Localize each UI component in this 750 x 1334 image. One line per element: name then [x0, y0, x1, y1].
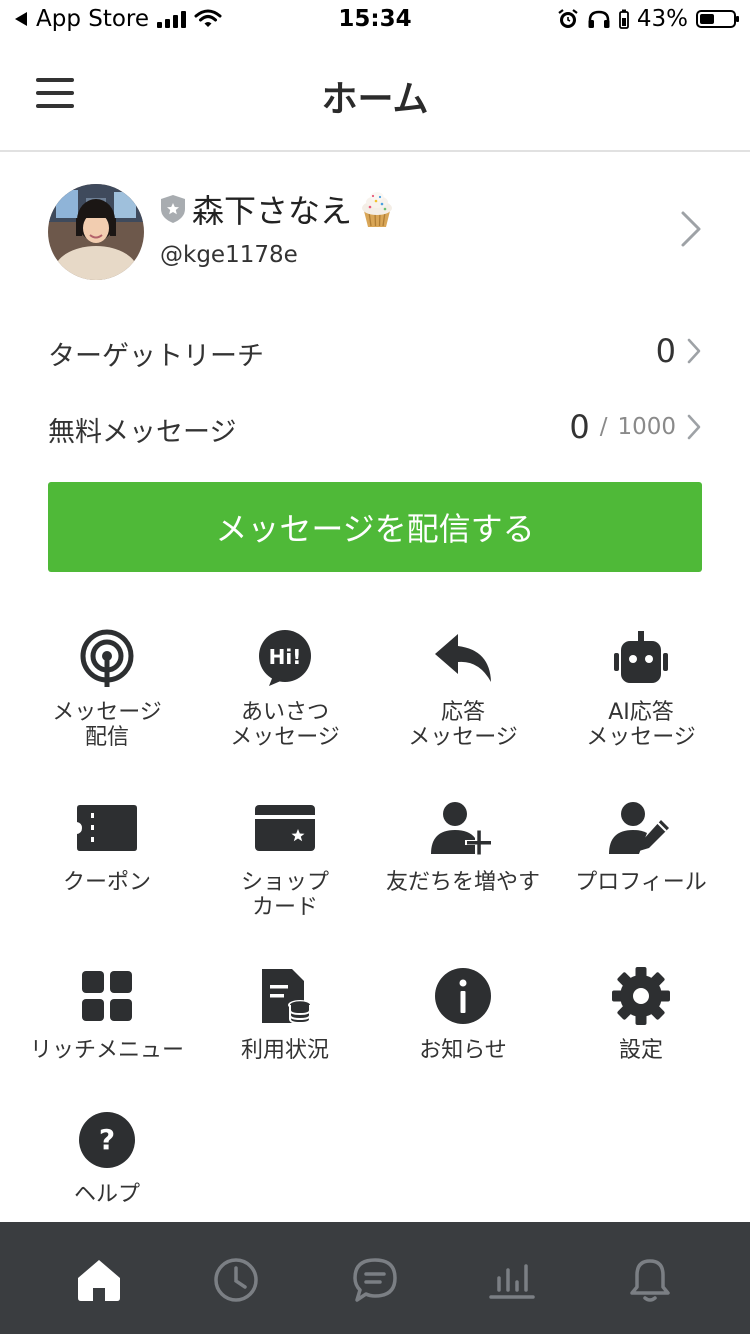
hi-bubble-icon: Hi! [259, 630, 311, 686]
robot-icon [614, 631, 668, 683]
menu-item-help[interactable]: ? ヘルプ [18, 1110, 196, 1207]
rich-menu-grid-icon [82, 971, 132, 1021]
tab-bar [0, 1222, 750, 1334]
free-messages-separator: / [599, 414, 608, 440]
menu-label: あいさつ メッセージ [230, 700, 340, 750]
menu-item-greeting-message[interactable]: Hi! あいさつ メッセージ [196, 628, 374, 750]
clock-icon [214, 1258, 258, 1302]
menu-label: 設定 [618, 1038, 663, 1063]
battery-percent: 43% [636, 6, 688, 32]
gear-icon [612, 967, 670, 1025]
shop-card-icon [255, 805, 315, 851]
menu-item-notices[interactable]: お知らせ [374, 966, 552, 1063]
chevron-right-icon [681, 211, 701, 247]
menu-label: 友だちを増やす [385, 870, 540, 895]
menu-label: ヘルプ [73, 1182, 140, 1207]
menu-label: リッチメニュー [29, 1038, 184, 1063]
chevron-right-icon [687, 414, 701, 440]
free-messages-limit: 1000 [617, 414, 676, 440]
tab-notifications[interactable] [620, 1250, 680, 1310]
target-reach-value: 0 [655, 332, 676, 370]
menu-label: 利用状況 [240, 1038, 329, 1063]
menu-label: クーポン [62, 870, 151, 895]
headphones-icon [588, 10, 610, 28]
help-icon: ? [79, 1112, 135, 1168]
menu-item-usage[interactable]: 利用状況 [196, 966, 374, 1063]
tab-chats[interactable] [345, 1250, 405, 1310]
reply-arrow-icon [435, 634, 491, 682]
free-messages-used: 0 [569, 408, 590, 446]
avatar[interactable] [48, 184, 144, 280]
menu-item-coupon[interactable]: クーポン [18, 798, 196, 895]
edit-profile-icon [609, 802, 669, 854]
free-messages-row[interactable]: 無料メッセージ 0 / 1000 [48, 402, 702, 452]
target-reach-row[interactable]: ターゲットリーチ 0 [48, 326, 702, 376]
menu-item-message-broadcast[interactable]: メッセージ 配信 [18, 628, 196, 750]
battery-small-icon [618, 9, 629, 29]
usage-report-icon [262, 969, 312, 1025]
info-icon [435, 968, 491, 1024]
menu-label: AI応答 メッセージ [586, 700, 696, 750]
tab-history[interactable] [206, 1250, 266, 1310]
tab-analytics[interactable] [482, 1250, 542, 1310]
free-messages-label: 無料メッセージ [48, 417, 237, 448]
menu-item-settings[interactable]: 設定 [552, 966, 730, 1063]
home-icon [78, 1260, 120, 1301]
menu-item-auto-response[interactable]: 応答 メッセージ [374, 628, 552, 750]
broadcast-icon [80, 629, 134, 687]
bell-icon [630, 1259, 670, 1302]
status-bar: App Store 15:34 43% [0, 0, 750, 42]
tab-home[interactable] [69, 1250, 129, 1310]
menu-label: お知らせ [419, 1038, 507, 1063]
coupon-icon [77, 805, 137, 851]
verified-shield-icon [161, 195, 185, 223]
menu-item-rich-menu[interactable]: リッチメニュー [18, 966, 196, 1063]
menu-item-add-friends[interactable]: 友だちを増やす [374, 798, 552, 895]
add-friend-icon [431, 802, 493, 856]
svg-text:?: ? [99, 1123, 115, 1156]
menu-label: ショップ カード [240, 870, 329, 920]
menu-item-ai-response[interactable]: AI応答 メッセージ [552, 628, 730, 750]
chat-icon [353, 1258, 397, 1302]
svg-text:Hi!: Hi! [269, 645, 302, 669]
account-name: 森下さなえ [192, 192, 353, 230]
chevron-right-icon [687, 338, 701, 364]
battery-icon [696, 10, 739, 28]
menu-label: メッセージ 配信 [52, 700, 162, 750]
menu-label: 応答 メッセージ [408, 700, 518, 750]
menu-label: プロフィール [575, 870, 707, 895]
menu-item-profile[interactable]: プロフィール [552, 798, 730, 895]
account-profile-row[interactable]: 森下さなえ @kge1178e [0, 180, 750, 290]
send-message-button[interactable]: メッセージを配信する [48, 482, 702, 572]
menu-item-shop-card[interactable]: ショップ カード [196, 798, 374, 920]
alarm-icon [558, 9, 578, 28]
analytics-chart-icon [489, 1264, 535, 1299]
cupcake-icon [362, 192, 393, 227]
target-reach-label: ターゲットリーチ [48, 341, 264, 372]
page-title: ホーム [321, 79, 429, 120]
navigation-bar: ホーム [0, 42, 750, 152]
account-handle: @kge1178e [160, 242, 298, 268]
